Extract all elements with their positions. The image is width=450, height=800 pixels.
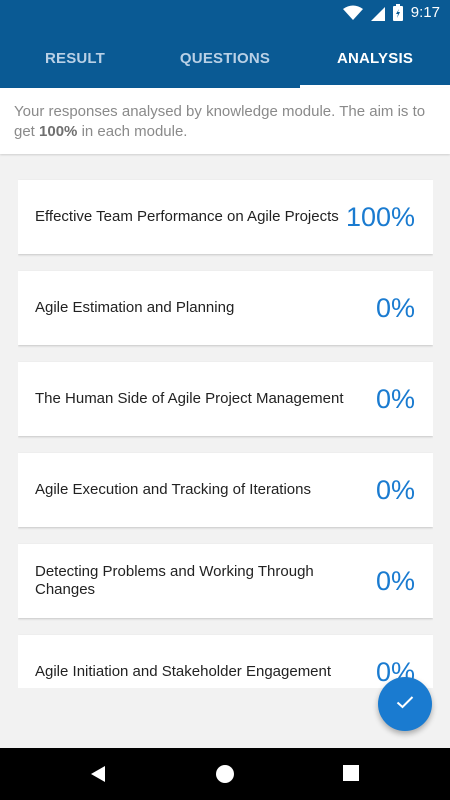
module-title: Detecting Problems and Working Through C… xyxy=(35,563,314,598)
tab-questions[interactable]: QUESTIONS xyxy=(150,28,300,88)
battery-icon xyxy=(392,4,403,21)
check-icon xyxy=(396,695,414,714)
navigation-bar xyxy=(0,748,450,800)
module-card[interactable]: Effective Team Performance on Agile Proj… xyxy=(18,180,433,254)
module-percent: 0% xyxy=(375,474,415,505)
module-card[interactable]: Agile Estimation and Planning 0% xyxy=(18,271,433,345)
module-title: Effective Team Performance on Agile Proj… xyxy=(35,208,339,225)
intro-panel: Your responses analysed by knowledge mod… xyxy=(0,88,450,154)
module-title: The Human Side of Agile Project Manageme… xyxy=(35,390,344,407)
module-percent: 0% xyxy=(375,565,415,596)
confirm-fab-button[interactable] xyxy=(378,677,432,731)
module-title: Agile Initiation and Stakeholder Engagem… xyxy=(35,663,332,680)
tab-bar: RESULT QUESTIONS ANALYSIS xyxy=(0,28,450,88)
intro-text-end: in each module. xyxy=(77,123,188,140)
tab-result[interactable]: RESULT xyxy=(0,28,150,88)
module-percent: 0% xyxy=(375,292,415,323)
module-card[interactable]: The Human Side of Agile Project Manageme… xyxy=(18,362,433,436)
module-title: Agile Estimation and Planning xyxy=(35,299,235,316)
module-title: Agile Execution and Tracking of Iteratio… xyxy=(35,481,311,498)
module-card[interactable]: Agile Initiation and Stakeholder Engagem… xyxy=(18,635,433,688)
intro-highlight: 100% xyxy=(39,123,78,140)
module-card[interactable]: Detecting Problems and Working Through C… xyxy=(18,544,433,618)
module-percent: 100% xyxy=(345,201,415,232)
status-bar: 9:17 xyxy=(0,0,450,28)
status-icons: 9:17 xyxy=(342,4,440,21)
home-icon[interactable] xyxy=(215,764,235,789)
status-time: 9:17 xyxy=(410,4,440,21)
intro-text: Your responses analysed by knowledge mod… xyxy=(0,88,450,142)
module-percent: 0% xyxy=(375,383,415,414)
tab-analysis[interactable]: ANALYSIS xyxy=(300,28,450,88)
wifi-icon xyxy=(342,5,363,21)
module-card[interactable]: Agile Execution and Tracking of Iteratio… xyxy=(18,453,433,527)
back-icon[interactable] xyxy=(88,764,108,789)
recents-icon[interactable] xyxy=(342,764,360,787)
signal-icon xyxy=(370,5,385,21)
module-list[interactable]: Effective Team Performance on Agile Proj… xyxy=(18,178,433,688)
